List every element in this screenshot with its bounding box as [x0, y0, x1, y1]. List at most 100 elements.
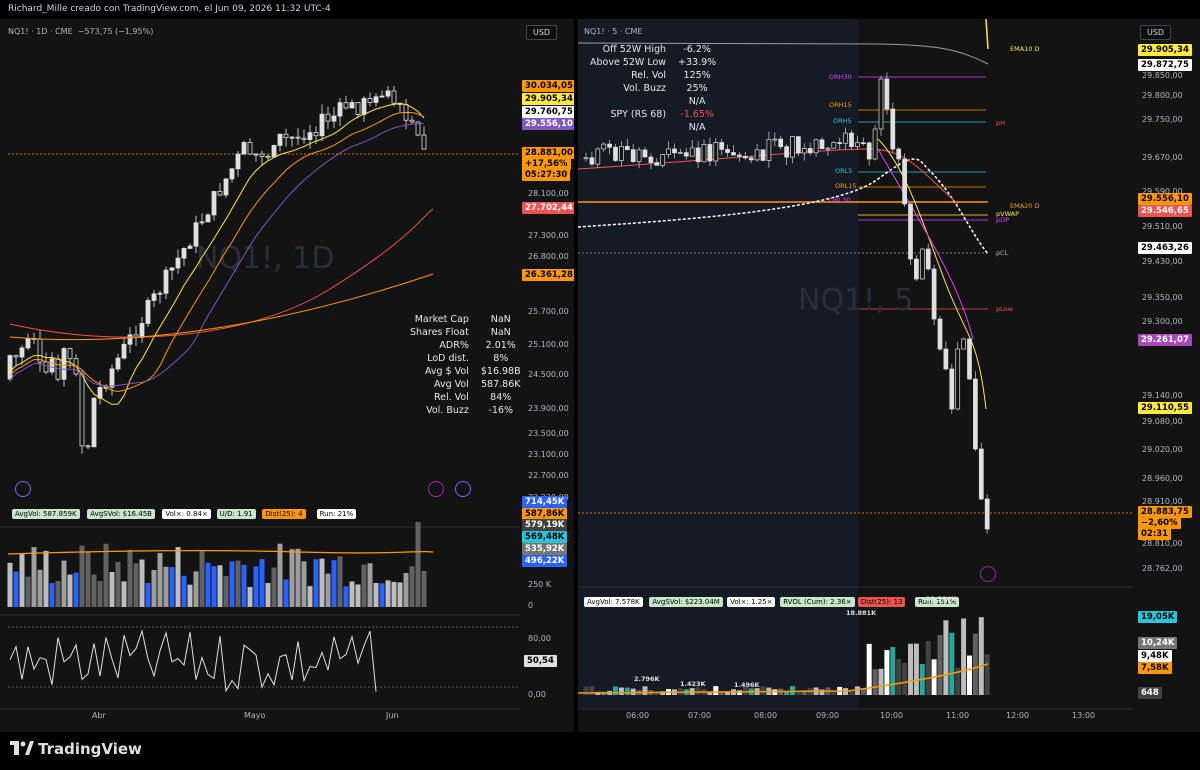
tradingview-brand[interactable]: TradingView [10, 740, 142, 759]
daily-volume-bar [229, 561, 235, 607]
daily-candle [319, 113, 325, 137]
intraday-candle [778, 138, 784, 148]
left-price-label: 23.900,00 [528, 404, 569, 413]
intraday-volume-bar [878, 668, 884, 695]
intraday-candle [666, 148, 671, 155]
stats-row: N/A [584, 121, 722, 134]
stats-row: Off 52W High -6.2% [584, 43, 722, 56]
intraday-volume-bar [984, 654, 990, 695]
daily-volume-bar [115, 561, 121, 607]
intraday-candle [837, 142, 843, 144]
ma-100-line [9, 208, 434, 338]
replay-icon[interactable] [15, 481, 31, 497]
level-label: ORH15 [829, 101, 852, 109]
left-price-label: 23.500,00 [528, 429, 569, 438]
right-price-label: 29.080,00 [1142, 417, 1183, 426]
stat-value: $16.98B [480, 366, 521, 377]
daily-volume-bar [85, 551, 91, 607]
intraday-candle [943, 348, 949, 370]
lightning-icon[interactable] [428, 481, 444, 497]
volume-average-line [7, 549, 434, 555]
daily-candle [409, 119, 415, 123]
intraday-candle [654, 162, 660, 166]
moving-average-line [9, 103, 425, 405]
stat-key: Shares Float [410, 327, 469, 338]
vwap-line [927, 168, 989, 255]
daily-candle [43, 361, 49, 373]
daily-candle [331, 115, 337, 122]
left-price-tag: 05:27:30 [522, 169, 571, 181]
volume-peak-label: 1.423K [680, 680, 706, 688]
volume-stat-pill: AvgVol: 7.578K [584, 597, 643, 607]
stat-key: Market Cap [414, 314, 469, 325]
daily-volume-bar [61, 560, 67, 607]
daily-volume-bar [157, 553, 163, 607]
stats-row: Avg $ Vol $16.98B [404, 365, 527, 378]
intraday-candle [831, 142, 837, 149]
intraday-volume-bar [642, 686, 648, 695]
intraday-candle [902, 158, 907, 205]
daily-candle [121, 343, 127, 359]
daily-candle [385, 90, 391, 97]
right-currency-button[interactable]: USD [1140, 25, 1172, 40]
intraday-candle [648, 156, 654, 163]
daily-candle [217, 191, 223, 196]
intraday-volume-bar [583, 686, 589, 695]
left-price-label: 25.100,00 [528, 340, 569, 349]
level-label: ORL5 [835, 167, 853, 175]
daily-candle [247, 142, 253, 155]
intraday-candle [742, 156, 748, 159]
daily-volume-bar [163, 566, 169, 607]
daily-volume-bar [139, 559, 145, 607]
stat-value: 587.86K [481, 379, 521, 390]
time-label: 11:00 [946, 711, 970, 720]
intraday-volume-bar [902, 662, 908, 695]
replay-icon[interactable] [455, 481, 471, 497]
volume-stat-pill: Dist(25): 4 [262, 509, 306, 519]
daily-volume-bar [379, 583, 385, 607]
volume-peak-label: 2.796K [634, 675, 660, 683]
intraday-candle [878, 78, 884, 130]
daily-candle [253, 153, 259, 156]
intraday-candle [613, 146, 618, 161]
daily-volume-bar [373, 582, 379, 607]
daily-volume-bar [331, 560, 337, 607]
right-price-label: 29.430,00 [1142, 257, 1183, 266]
left-price-label: 22.700,00 [528, 471, 569, 480]
daily-candle [241, 142, 247, 155]
level-label: pCL [996, 249, 1009, 257]
stats-row: N/A [584, 95, 722, 108]
intraday-chart-pane[interactable]: NQ1! · 5 · CME USD NQ1!, 5 Off 52W High -… [578, 19, 1200, 732]
intraday-candle [719, 142, 725, 150]
daily-candle [157, 292, 163, 295]
volume-stat-pill: RVOL (Cum): 2.36× [780, 597, 855, 607]
daily-volume-bar [151, 570, 157, 607]
intraday-candle [683, 152, 689, 157]
daily-candle [223, 178, 229, 196]
stat-value: -1.65% [680, 109, 714, 120]
lightning-icon[interactable] [980, 566, 996, 582]
intraday-volume-bar [589, 686, 595, 695]
stats-row: Market Cap NaN [404, 313, 527, 326]
daily-chart-pane[interactable]: NQ1! · 1D · CME −573,75 (−1,95%) USD NQ1… [0, 19, 574, 732]
intraday-candle [630, 149, 636, 162]
daily-volume-bar [97, 581, 103, 607]
stat-key: Vol. Buzz [623, 83, 667, 94]
intraday-candle [725, 149, 730, 153]
daily-candle [67, 348, 73, 360]
daily-volume-bar [79, 545, 85, 607]
intraday-candle [973, 378, 978, 450]
volume-stat-pill: AvgSVol: $16.45B [87, 509, 155, 519]
right-price-tag: 29.546,65 [1138, 205, 1192, 217]
daily-candle [211, 191, 217, 216]
intraday-candle [860, 142, 866, 145]
intraday-volume-bar [854, 686, 860, 695]
level-label: ORL30 [829, 196, 851, 204]
daily-volume-bar [91, 574, 97, 607]
daily-volume-bar [397, 582, 403, 607]
stat-value: 125% [683, 70, 711, 81]
daily-candle [313, 132, 319, 137]
left-price-tag: 29.905,34 [522, 93, 574, 105]
brand-name: TradingView [38, 740, 142, 758]
intraday-candle [642, 149, 648, 158]
